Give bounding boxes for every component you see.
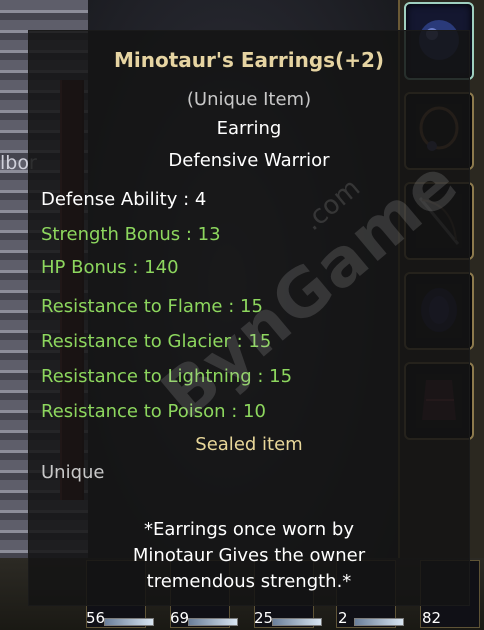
item-grade: Unique xyxy=(41,462,105,483)
hotbar-gauge-4 xyxy=(354,618,404,626)
stat-resist-poison: Resistance to Poison : 10 xyxy=(41,401,266,422)
hotbar-count-3: 25 xyxy=(254,609,274,627)
item-type: Earring xyxy=(216,118,282,139)
hotbar-gauge-2 xyxy=(188,618,238,626)
hotbar-count-5: 82 xyxy=(422,609,442,627)
hotbar-count-2: 69 xyxy=(170,609,190,627)
hotbar-count-4: 2 xyxy=(338,609,348,627)
hotbar-gauge-3 xyxy=(272,618,322,626)
item-rarity-tag: (Unique Item) xyxy=(186,89,312,110)
description-line-1: *Earrings once worn by xyxy=(144,519,354,540)
item-defense: Defense Ability : 4 xyxy=(41,189,207,210)
sealed-label: Sealed item xyxy=(195,434,303,455)
hotbar-gauge-1 xyxy=(104,618,154,626)
description-line-3: tremendous strength.* xyxy=(146,571,352,592)
hotbar-count-1: 56 xyxy=(86,609,106,627)
stat-strength: Strength Bonus : 13 xyxy=(41,224,221,245)
item-title: Minotaur's Earrings(+2) xyxy=(113,48,385,72)
description-line-2: Minotaur Gives the owner xyxy=(132,545,366,566)
stat-hp: HP Bonus : 140 xyxy=(41,257,179,278)
